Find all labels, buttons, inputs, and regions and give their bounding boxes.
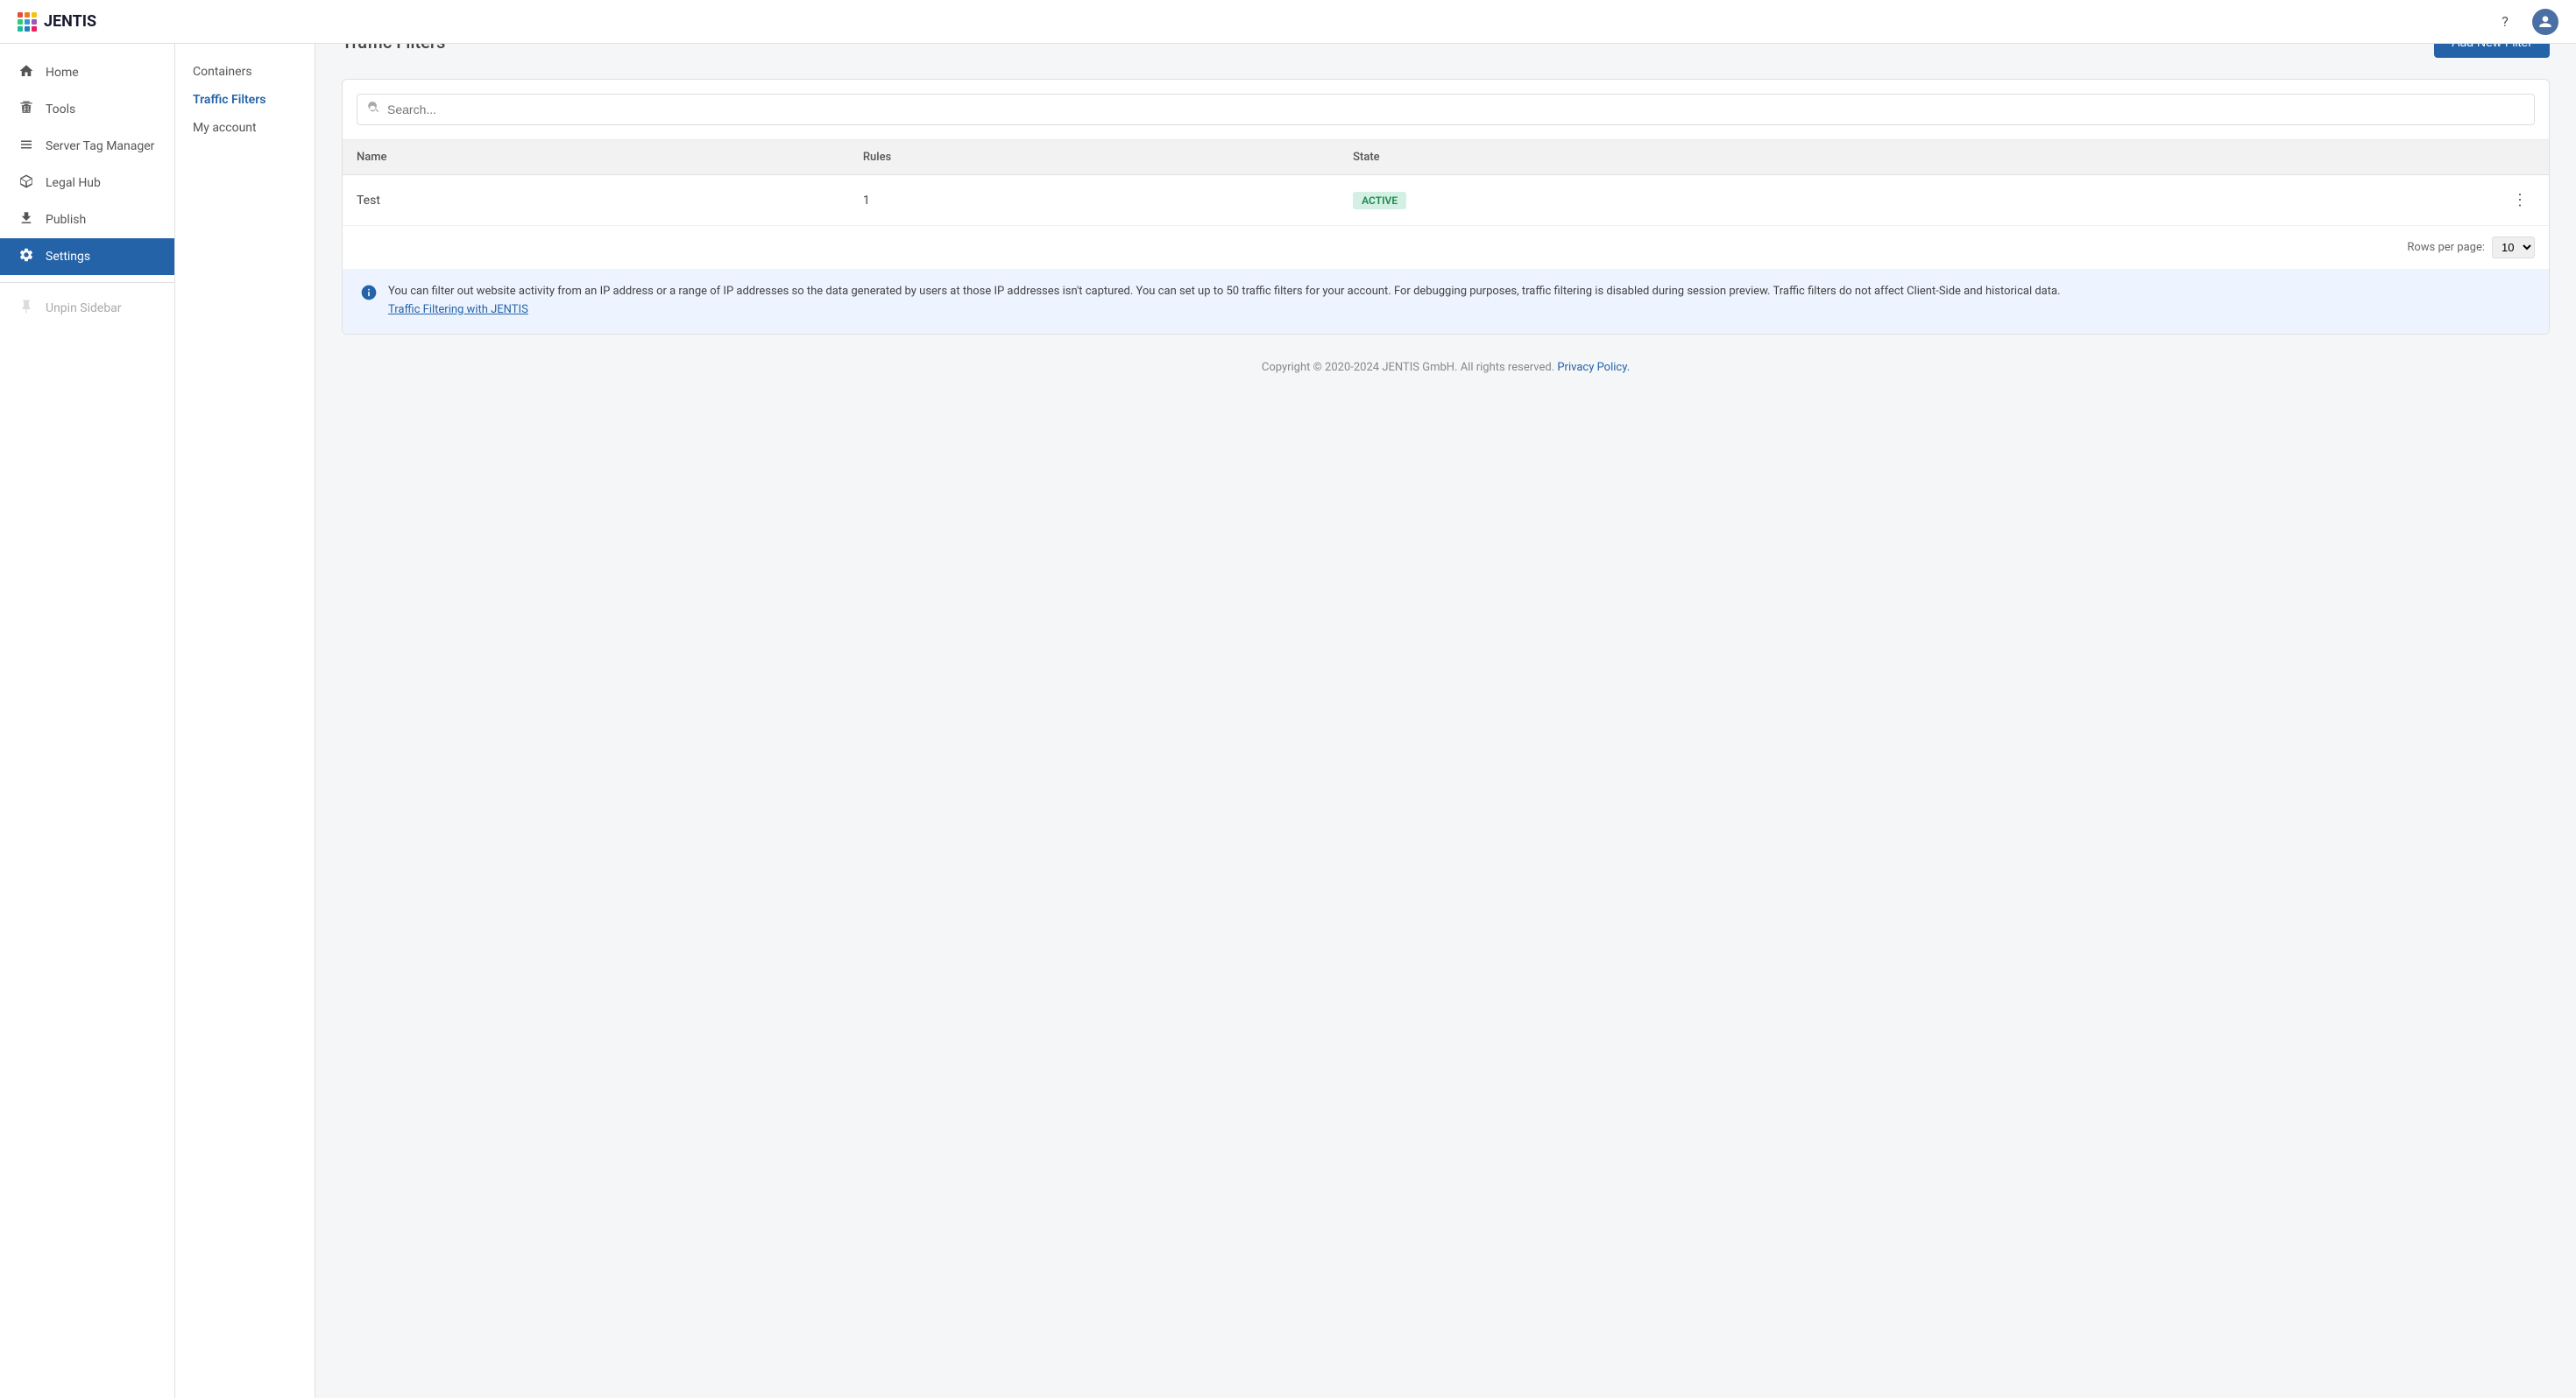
info-link[interactable]: Traffic Filtering with JENTIS	[388, 303, 528, 316]
sidebar-item-legal-hub[interactable]: Legal Hub	[0, 165, 174, 201]
search-input-wrap[interactable]	[357, 94, 2535, 125]
cell-rules: 1	[849, 175, 1339, 226]
main-content: Traffic Filters Add New Filter Name Rule…	[315, 0, 2576, 1354]
traffic-filters-card: Name Rules State Test 1 ACTIVE ⋮	[342, 79, 2550, 335]
unpin-icon	[18, 299, 35, 318]
cell-state: ACTIVE	[1339, 175, 2047, 226]
sidebar-item-tools-label: Tools	[46, 102, 75, 116]
search-bar	[343, 80, 2549, 140]
logo: JENTIS	[18, 12, 96, 32]
settings-icon	[18, 247, 35, 266]
logo-text: JENTIS	[44, 12, 96, 31]
legal-hub-icon	[18, 173, 35, 193]
col-actions	[2047, 140, 2549, 175]
info-text: You can filter out website activity from…	[388, 283, 2061, 320]
col-state: State	[1339, 140, 2047, 175]
filters-table: Name Rules State Test 1 ACTIVE ⋮	[343, 140, 2549, 226]
sub-sidebar-containers[interactable]: Containers	[175, 58, 315, 86]
search-input[interactable]	[387, 102, 2523, 116]
sidebar-item-settings-label: Settings	[46, 250, 90, 264]
sidebar-item-unpin: Unpin Sidebar	[0, 290, 174, 327]
sidebar-item-unpin-label: Unpin Sidebar	[46, 301, 122, 315]
privacy-policy-link[interactable]: Privacy Policy.	[1557, 361, 1630, 374]
footer-text: Copyright © 2020-2024 JENTIS GmbH. All r…	[1262, 361, 1554, 374]
sub-sidebar: Containers Traffic Filters My account	[175, 44, 315, 1398]
rows-per-page-label: Rows per page:	[2407, 241, 2485, 254]
app-header: JENTIS ?	[0, 0, 2576, 44]
col-rules: Rules	[849, 140, 1339, 175]
sidebar-item-publish[interactable]: Publish	[0, 201, 174, 238]
sidebar: Home Tools Server Tag Manager Legal Hub …	[0, 44, 175, 1398]
col-name: Name	[343, 140, 849, 175]
cell-name: Test	[343, 175, 849, 226]
help-icon[interactable]: ?	[2492, 9, 2518, 35]
home-icon	[18, 63, 35, 82]
page-footer: Copyright © 2020-2024 JENTIS GmbH. All r…	[342, 335, 2550, 400]
row-action-menu-button[interactable]: ⋮	[2505, 187, 2535, 213]
server-tag-manager-icon	[18, 137, 35, 156]
sidebar-item-legal-hub-label: Legal Hub	[46, 176, 101, 190]
sidebar-item-home[interactable]: Home	[0, 54, 174, 91]
sidebar-item-server-tag-manager[interactable]: Server Tag Manager	[0, 128, 174, 165]
info-icon	[360, 284, 378, 310]
sidebar-item-tools[interactable]: Tools	[0, 91, 174, 128]
sidebar-item-home-label: Home	[46, 66, 79, 80]
publish-icon	[18, 210, 35, 229]
user-avatar[interactable]	[2532, 9, 2558, 35]
sidebar-item-stm-label: Server Tag Manager	[46, 139, 154, 153]
tools-icon	[18, 100, 35, 119]
rows-per-page-select[interactable]: 10 25 50	[2492, 237, 2535, 258]
logo-icon	[18, 12, 37, 32]
header-actions: ?	[2492, 9, 2558, 35]
search-icon	[368, 102, 380, 117]
info-box: You can filter out website activity from…	[343, 269, 2549, 334]
sidebar-item-settings[interactable]: Settings	[0, 238, 174, 275]
status-badge: ACTIVE	[1353, 192, 1406, 209]
table-footer: Rows per page: 10 25 50	[343, 226, 2549, 269]
sidebar-item-publish-label: Publish	[46, 213, 86, 227]
sub-sidebar-traffic-filters[interactable]: Traffic Filters	[175, 86, 315, 114]
info-text-content: You can filter out website activity from…	[388, 285, 2061, 298]
sub-sidebar-my-account[interactable]: My account	[175, 114, 315, 142]
action-cell: ⋮ Edit	[2047, 175, 2549, 226]
table-row: Test 1 ACTIVE ⋮ Edit	[343, 175, 2549, 226]
